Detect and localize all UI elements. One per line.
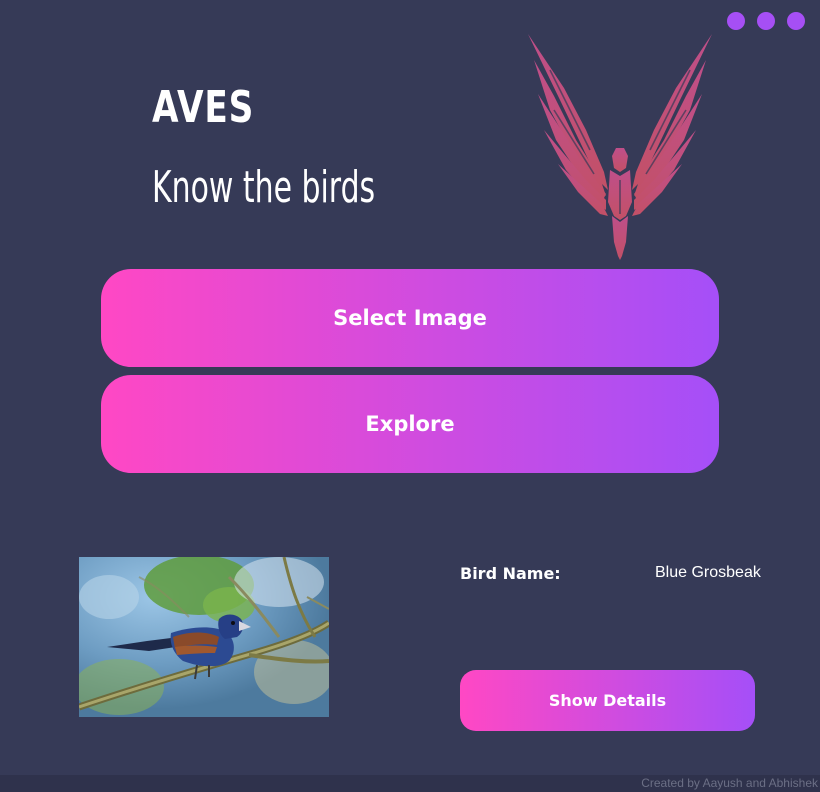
select-image-button[interactable]: Select Image (101, 269, 719, 367)
bird-photo (79, 557, 329, 717)
window-control-dot[interactable] (787, 12, 805, 30)
app-title: AVES (152, 82, 255, 133)
app-window: AVES Know the birds Select Image Explore… (0, 0, 820, 792)
show-details-button[interactable]: Show Details (460, 670, 755, 731)
explore-button[interactable]: Explore (101, 375, 719, 473)
bird-name-label: Bird Name: (460, 564, 561, 583)
footer-bar: Created by Aayush and Abhishek (0, 775, 820, 792)
window-control-dot[interactable] (727, 12, 745, 30)
blue-grosbeak-photo-icon (79, 557, 329, 717)
eagle-logo-icon (528, 34, 712, 260)
bird-name-value: Blue Grosbeak (655, 564, 761, 581)
app-subtitle: Know the birds (152, 162, 376, 213)
window-control-dot[interactable] (757, 12, 775, 30)
footer-credit: Created by Aayush and Abhishek (641, 776, 818, 790)
